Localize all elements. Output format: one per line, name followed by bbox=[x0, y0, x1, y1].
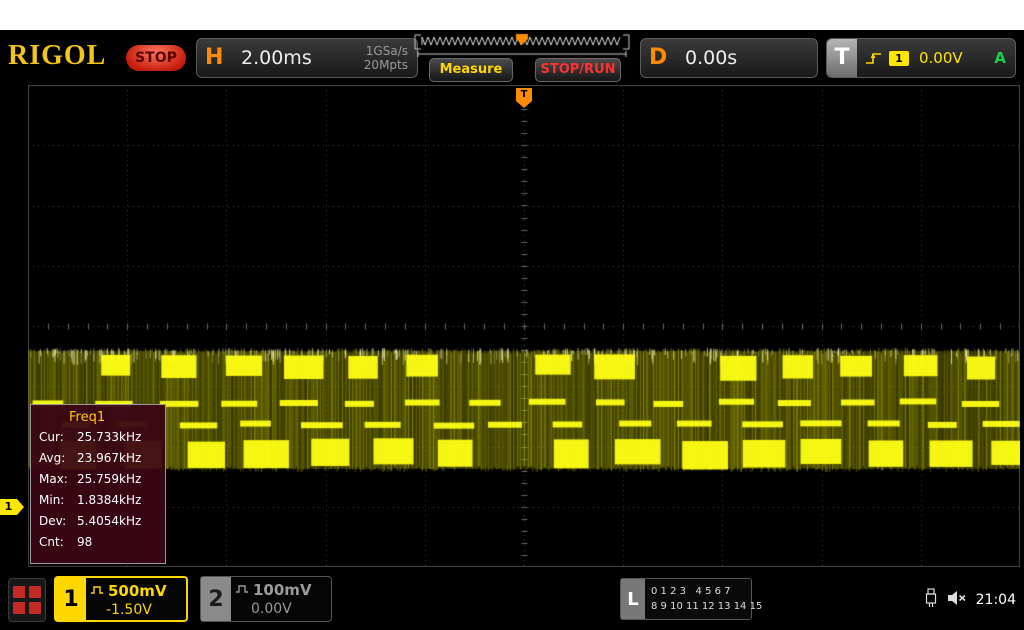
trigger-level-value: 0.00V bbox=[919, 49, 963, 67]
sample-rate: 1GSa/s bbox=[364, 44, 408, 58]
measurement-results-panel: Freq1 Cur:25.733kHz Avg:23.967kHz Max:25… bbox=[30, 404, 166, 564]
window-titlebar: MSO5102 Tue August 05 21:04:55 2025 bbox=[0, 0, 1024, 30]
measurement-row: Cnt:98 bbox=[31, 532, 165, 553]
speaker-muted-icon bbox=[947, 589, 967, 611]
logic-analyzer-label: L bbox=[621, 579, 645, 619]
trigger-slope-icon bbox=[865, 50, 883, 70]
stop-run-button[interactable]: STOP/RUN bbox=[535, 58, 621, 82]
menu-grid-button[interactable] bbox=[8, 578, 46, 622]
h-label: H bbox=[205, 45, 223, 70]
logic-analyzer-box[interactable]: L 0 1 2 3 4 5 6 7 8 9 10 11 12 13 14 15 bbox=[620, 578, 752, 620]
channel1-offset: -1.50V bbox=[106, 601, 167, 619]
measure-button[interactable]: Measure bbox=[429, 58, 513, 82]
trigger-position-marker[interactable]: T bbox=[516, 88, 532, 101]
channel2-offset: 0.00V bbox=[251, 600, 312, 618]
channel2-number: 2 bbox=[201, 577, 231, 621]
clock: 21:04 bbox=[976, 592, 1016, 608]
d-label: D bbox=[649, 45, 667, 70]
channel2-box[interactable]: 2 100mV 0.00V bbox=[200, 576, 332, 622]
menu-grid-icon bbox=[13, 586, 41, 614]
logic-digits-row1: 0 1 2 3 4 5 6 7 bbox=[651, 584, 762, 599]
measurement-title: Freq1 bbox=[69, 410, 165, 425]
horizontal-timebase-block[interactable]: H 2.00ms 1GSa/s 20Mpts bbox=[196, 38, 418, 78]
channel1-coupling-icon bbox=[90, 582, 104, 600]
measurement-row: Avg:23.967kHz bbox=[31, 448, 165, 469]
usb-icon bbox=[924, 588, 938, 612]
channel1-scale: 500mV bbox=[108, 582, 167, 600]
trigger-sweep-mode: A bbox=[994, 49, 1006, 67]
measurement-row: Dev:5.4054kHz bbox=[31, 511, 165, 532]
oscilloscope-screen: MSO5102 Tue August 05 21:04:55 2025 RIGO… bbox=[0, 0, 1024, 630]
trigger-block[interactable]: T 1 0.00V A bbox=[826, 38, 1016, 78]
memory-depth: 20Mpts bbox=[364, 58, 408, 72]
horizontal-delay-block[interactable]: D 0.00s bbox=[640, 38, 818, 78]
run-status-badge[interactable]: STOP bbox=[126, 45, 186, 71]
memory-position-thumbnail[interactable] bbox=[412, 33, 632, 59]
logic-digits-row2: 8 9 10 11 12 13 14 15 bbox=[651, 599, 762, 614]
rigol-logo: RIGOL bbox=[8, 40, 106, 72]
measurement-row: Min:1.8384kHz bbox=[31, 490, 165, 511]
timebase-value: 2.00ms bbox=[241, 47, 312, 69]
measurement-row: Max:25.759kHz bbox=[31, 469, 165, 490]
delay-value: 0.00s bbox=[685, 47, 737, 69]
channel2-coupling-icon bbox=[235, 581, 249, 599]
trigger-source-badge: 1 bbox=[889, 51, 909, 66]
channel2-scale: 100mV bbox=[253, 581, 312, 599]
measurement-row: Cur:25.733kHz bbox=[31, 427, 165, 448]
channel1-box[interactable]: 1 500mV -1.50V bbox=[54, 576, 188, 622]
channel1-offset-marker[interactable]: 1 bbox=[0, 499, 17, 515]
channel1-number: 1 bbox=[56, 578, 86, 620]
acquisition-rates: 1GSa/s 20Mpts bbox=[364, 44, 408, 72]
waveform-display[interactable] bbox=[28, 85, 1020, 567]
t-label: T bbox=[827, 39, 857, 77]
